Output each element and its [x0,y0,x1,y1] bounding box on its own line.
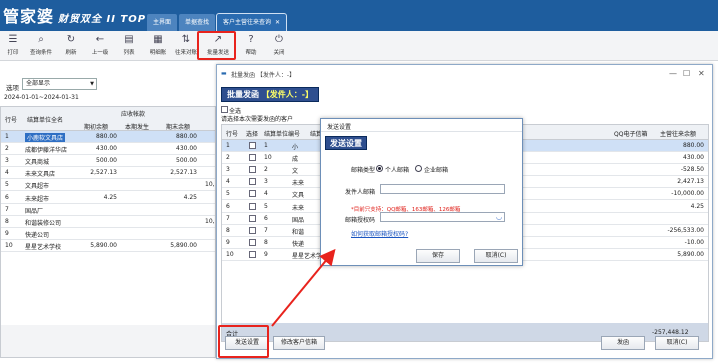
annotation-arrow [271,248,336,327]
